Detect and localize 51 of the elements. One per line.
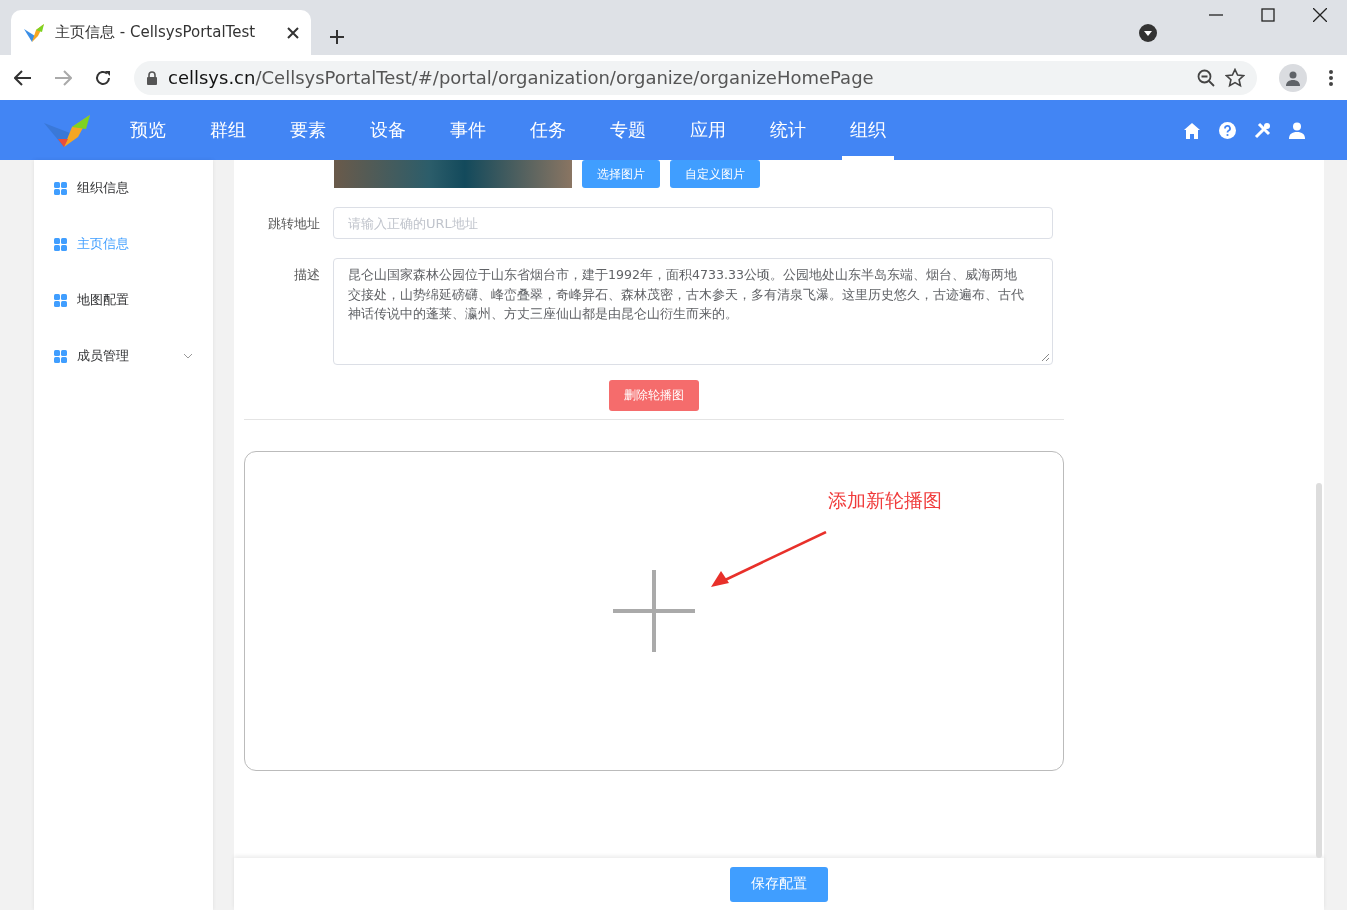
close-icon[interactable]: [1313, 8, 1327, 22]
user-icon[interactable]: [1289, 121, 1305, 139]
url-input-field[interactable]: 请输入正确的URL地址: [333, 207, 1053, 239]
nav-tab[interactable]: 设备: [362, 100, 414, 160]
star-icon[interactable]: [1225, 67, 1245, 88]
menu-icon[interactable]: [1329, 69, 1333, 86]
description-textarea[interactable]: 昆仑山国家森林公园位于山东省烟台市，建于1992年，面积4733.33公顷。公园地处山东半岛东端、烟台、威海两地交接处，山势绵延磅礴、峰峦叠翠，奇峰异石、森林茂密，古木参天，多有清泉飞瀑。这里历史悠久，古迹遍布、古代神话传说中的蓬莱、瀛州、方丈三座仙山都是由昆仑山衍生而来的。: [333, 258, 1053, 365]
close-icon[interactable]: [287, 26, 299, 39]
url-text: cellsys.cn/CellsysPortalTest/#/portal/organization/organize/organizeHomePage: [168, 67, 875, 88]
add-carousel-area[interactable]: 添加新轮播图: [244, 451, 1064, 771]
reload-icon[interactable]: [94, 68, 112, 87]
logo-icon: [23, 22, 45, 43]
nav-tab[interactable]: 预览: [122, 100, 174, 160]
grid-icon: [54, 181, 67, 195]
scrollbar-thumb[interactable]: [1316, 483, 1322, 858]
profile-avatar[interactable]: [1279, 63, 1307, 92]
resize-grip-icon[interactable]: [1041, 353, 1050, 362]
grid-icon: [54, 237, 67, 251]
caret-icon: [183, 353, 193, 359]
image-button[interactable]: 选择图片: [582, 160, 660, 188]
grid-icon: [54, 293, 67, 307]
nav-tab[interactable]: 群组: [202, 100, 254, 160]
grid-icon: [54, 349, 67, 363]
maximize-icon[interactable]: [1261, 8, 1275, 22]
sidebar-item[interactable]: 主页信息: [34, 216, 213, 272]
sidebar-item[interactable]: 组织信息: [34, 160, 213, 216]
nav-tab[interactable]: 任务: [522, 100, 574, 160]
address-bar[interactable]: cellsys.cn/CellsysPortalTest/#/portal/organization/organize/organizeHomePage: [134, 60, 1257, 95]
nav-tab[interactable]: 专题: [602, 100, 654, 160]
sidebar-item[interactable]: 成员管理: [34, 328, 213, 384]
sidebar-item[interactable]: 地图配置: [34, 272, 213, 328]
field-label: 描述: [293, 266, 320, 284]
dropdown-icon[interactable]: [1139, 24, 1157, 42]
tab-title: 主页信息 - CellsysPortalTest: [55, 23, 257, 42]
save-button[interactable]: 保存配置: [730, 866, 828, 902]
help-icon[interactable]: [1219, 121, 1236, 139]
tools-icon[interactable]: [1254, 121, 1271, 139]
image-button[interactable]: 自定义图片: [670, 160, 760, 188]
back-icon[interactable]: [14, 69, 32, 86]
delete-carousel-button[interactable]: 删除轮播图: [609, 380, 699, 411]
home-icon[interactable]: [1183, 121, 1201, 139]
lock-icon: [146, 70, 158, 85]
nav-tab[interactable]: 统计: [762, 100, 814, 160]
browser-tab[interactable]: 主页信息 - CellsysPortalTest: [11, 10, 311, 55]
nav-tab[interactable]: 要素: [282, 100, 334, 160]
new-tab-icon[interactable]: [329, 29, 345, 45]
zoom-out-icon[interactable]: [1197, 68, 1215, 87]
nav-tab[interactable]: 应用: [682, 100, 734, 160]
field-label: 跳转地址: [267, 215, 320, 233]
annotation-text: 添加新轮播图: [828, 488, 942, 513]
nav-tab[interactable]: 事件: [442, 100, 494, 160]
